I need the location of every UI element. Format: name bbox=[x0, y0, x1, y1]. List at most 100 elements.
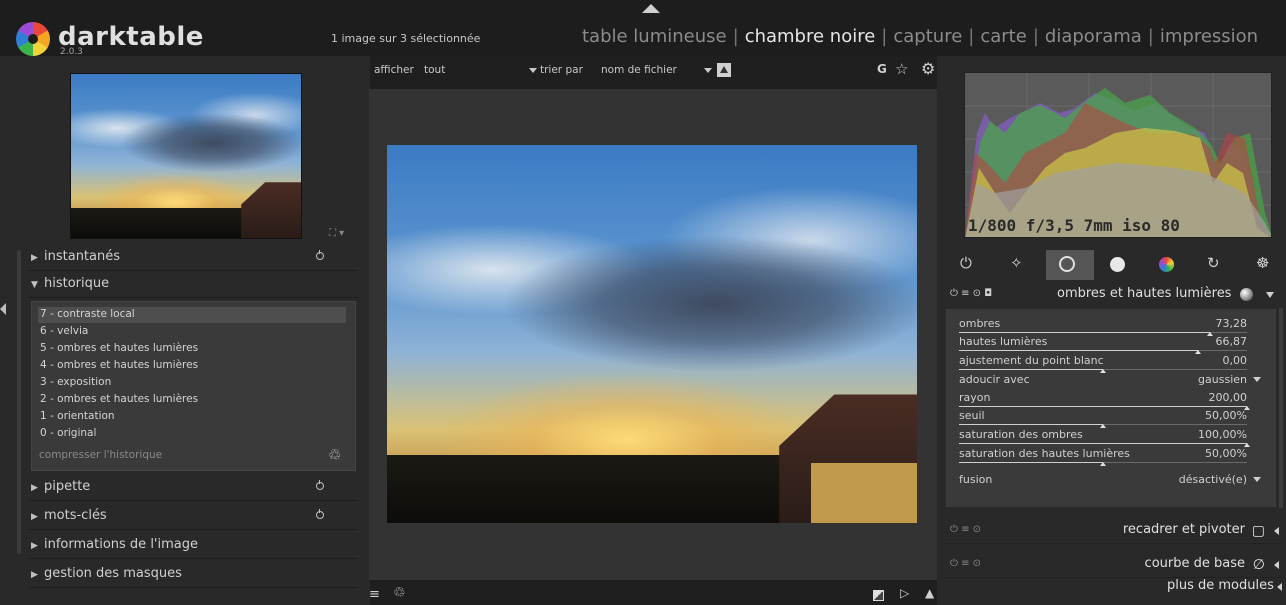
history-item[interactable]: 3 - exposition bbox=[38, 375, 346, 391]
history-item[interactable]: 5 - ombres et hautes lumières bbox=[38, 341, 346, 357]
expand-arrow-icon[interactable] bbox=[1274, 561, 1279, 569]
view-lighttable[interactable]: table lumineuse bbox=[582, 26, 727, 47]
correct-group-icon[interactable]: ↻ bbox=[1207, 254, 1220, 272]
blend-label: fusion bbox=[959, 473, 993, 486]
right-panel-scrollbar[interactable] bbox=[1279, 308, 1283, 508]
collapse-top-panel-arrow[interactable] bbox=[642, 4, 660, 13]
quick-access-menu-icon[interactable]: ≡ bbox=[369, 587, 380, 602]
history-item[interactable]: 2 - ombres et hautes lumières bbox=[38, 392, 346, 408]
param-slider[interactable]: saturation des hautes lumières 50,00% bbox=[959, 445, 1247, 466]
more-modules-button[interactable]: plus de modules bbox=[1167, 578, 1274, 593]
param-name: hautes lumières bbox=[959, 335, 1048, 348]
soften-with-label: adoucir avec bbox=[959, 373, 1030, 386]
param-value: 73,28 bbox=[1215, 317, 1248, 330]
param-slider[interactable]: seuil 50,00% bbox=[959, 407, 1247, 428]
module-crop-rotate-title: recadrer et pivoter bbox=[1122, 522, 1245, 537]
histogram-graph bbox=[965, 73, 1271, 237]
history-item[interactable]: 6 - velvia bbox=[38, 324, 346, 340]
module-color-picker-label: pipette bbox=[44, 479, 91, 494]
expand-arrow-icon[interactable] bbox=[1274, 527, 1279, 535]
module-mask-manager[interactable]: ▶ gestion des masques bbox=[28, 564, 358, 588]
sort-dropdown[interactable]: nom de fichier bbox=[601, 64, 677, 76]
favorites-group-icon[interactable]: ✧ bbox=[1010, 254, 1023, 272]
param-slider[interactable]: ombres 73,28 bbox=[959, 315, 1248, 336]
basic-group-icon[interactable] bbox=[1059, 256, 1075, 272]
param-slider[interactable]: saturation des ombres 100,00% bbox=[959, 426, 1250, 447]
expand-arrow-icon: ▶ bbox=[31, 570, 38, 580]
module-image-info-label: informations de l'image bbox=[44, 537, 198, 552]
filter-dropdown-arrow-icon[interactable] bbox=[529, 68, 537, 73]
param-value: 50,00% bbox=[1205, 447, 1247, 460]
param-slider[interactable]: ajustement du point blanc 0,00 bbox=[959, 352, 1248, 373]
param-value: 66,87 bbox=[1215, 335, 1248, 348]
param-name: rayon bbox=[959, 391, 991, 404]
warning-icon[interactable]: ▲ bbox=[925, 586, 934, 600]
slider-fill bbox=[959, 369, 1103, 370]
module-header-icons[interactable]: ⏻ ≡ ⊙ bbox=[950, 558, 981, 569]
slider-knob-icon[interactable] bbox=[1100, 462, 1106, 466]
param-value: 200,00 bbox=[1208, 391, 1248, 404]
module-base-curve[interactable]: ⏻ ≡ ⊙ courbe de base ∅ bbox=[945, 552, 1283, 578]
main-image[interactable] bbox=[387, 145, 917, 523]
module-history[interactable]: ▼ historique bbox=[28, 274, 358, 298]
param-slider[interactable]: hautes lumières 66,87 bbox=[959, 333, 1248, 354]
view-print[interactable]: impression bbox=[1160, 26, 1258, 47]
power-icon[interactable] bbox=[316, 509, 324, 519]
gamut-check-icon[interactable]: ▷ bbox=[900, 586, 909, 600]
sort-dropdown-arrow-icon[interactable] bbox=[704, 68, 712, 73]
module-tagging[interactable]: ▶ mots-clés bbox=[28, 506, 358, 530]
styles-icon[interactable]: ♲ bbox=[393, 585, 406, 601]
selection-status: 1 image sur 3 sélectionnée bbox=[331, 32, 481, 45]
history-item[interactable]: 0 - original bbox=[38, 426, 346, 442]
effect-group-icon[interactable]: ☸ bbox=[1256, 254, 1269, 272]
histogram[interactable] bbox=[964, 72, 1272, 238]
param-value: 50,00% bbox=[1205, 409, 1247, 422]
soften-with-value: gaussien bbox=[1198, 373, 1247, 386]
view-switcher: table lumineuse | chambre noire | capture | ca… bbox=[582, 26, 1259, 47]
param-name: ombres bbox=[959, 317, 1001, 330]
tone-group-icon[interactable] bbox=[1110, 257, 1125, 272]
module-crop-rotate[interactable]: ⏻ ≡ ⊙ recadrer et pivoter ▢ bbox=[945, 518, 1283, 544]
history-item[interactable]: 7 - contraste local bbox=[38, 307, 346, 323]
filter-dropdown[interactable]: tout bbox=[424, 64, 445, 76]
soften-with-combobox[interactable]: adoucir avec gaussien bbox=[959, 371, 1261, 389]
param-name: ajustement du point blanc bbox=[959, 354, 1104, 367]
view-map[interactable]: carte bbox=[980, 26, 1026, 47]
sort-order-toggle-icon[interactable] bbox=[717, 63, 731, 77]
preferences-gear-icon[interactable]: ⚙ bbox=[921, 59, 935, 78]
module-snapshots[interactable]: ▶ instantanés bbox=[28, 247, 358, 271]
expand-arrow-icon: ▶ bbox=[31, 483, 38, 493]
param-slider[interactable]: rayon 200,00 bbox=[959, 389, 1250, 410]
module-color-picker[interactable]: ▶ pipette bbox=[28, 477, 358, 501]
blend-combobox[interactable]: fusion désactivé(e) bbox=[959, 471, 1261, 489]
param-name: seuil bbox=[959, 409, 985, 422]
grouping-button[interactable]: G bbox=[877, 62, 887, 76]
star-overlay-icon[interactable]: ☆ bbox=[895, 60, 908, 78]
module-header-icons[interactable]: ⏻ ≡ ⊙ bbox=[950, 524, 981, 535]
dropdown-arrow-icon bbox=[1253, 377, 1261, 382]
compress-history-button[interactable]: compresser l'historique bbox=[39, 449, 162, 461]
color-group-icon[interactable] bbox=[1159, 257, 1174, 272]
collapse-left-panel-arrow[interactable] bbox=[0, 299, 6, 319]
history-list: 7 - contraste local 6 - velvia 5 - ombre… bbox=[31, 301, 356, 471]
param-value: 0,00 bbox=[1222, 354, 1248, 367]
left-panel-scrollbar[interactable] bbox=[17, 250, 21, 554]
active-modules-group-power-icon[interactable]: ⏻ bbox=[960, 254, 972, 272]
active-module-title: ombres et hautes lumières bbox=[1057, 286, 1232, 301]
softproof-icon[interactable] bbox=[873, 590, 884, 601]
history-item[interactable]: 1 - orientation bbox=[38, 409, 346, 425]
module-collapse-arrow-icon[interactable] bbox=[1266, 292, 1274, 298]
history-item[interactable]: 4 - ombres et hautes lumières bbox=[38, 358, 346, 374]
power-icon[interactable] bbox=[316, 480, 324, 490]
power-icon[interactable] bbox=[316, 250, 324, 260]
navigation-preview[interactable] bbox=[70, 73, 302, 239]
view-darkroom[interactable]: chambre noire bbox=[745, 26, 876, 47]
create-style-icon[interactable]: ♲ bbox=[328, 446, 341, 464]
module-header-icons[interactable]: ⏻ ≡ ⊙ ◘ bbox=[950, 288, 992, 299]
view-slideshow[interactable]: diaporama bbox=[1045, 26, 1142, 47]
module-image-info[interactable]: ▶ informations de l'image bbox=[28, 535, 358, 559]
more-modules-arrow-icon[interactable] bbox=[1277, 583, 1282, 591]
module-group-icon bbox=[1240, 288, 1253, 301]
zoom-fit-icon[interactable]: ⛶ ▾ bbox=[329, 228, 344, 239]
view-tethering[interactable]: capture bbox=[893, 26, 962, 47]
